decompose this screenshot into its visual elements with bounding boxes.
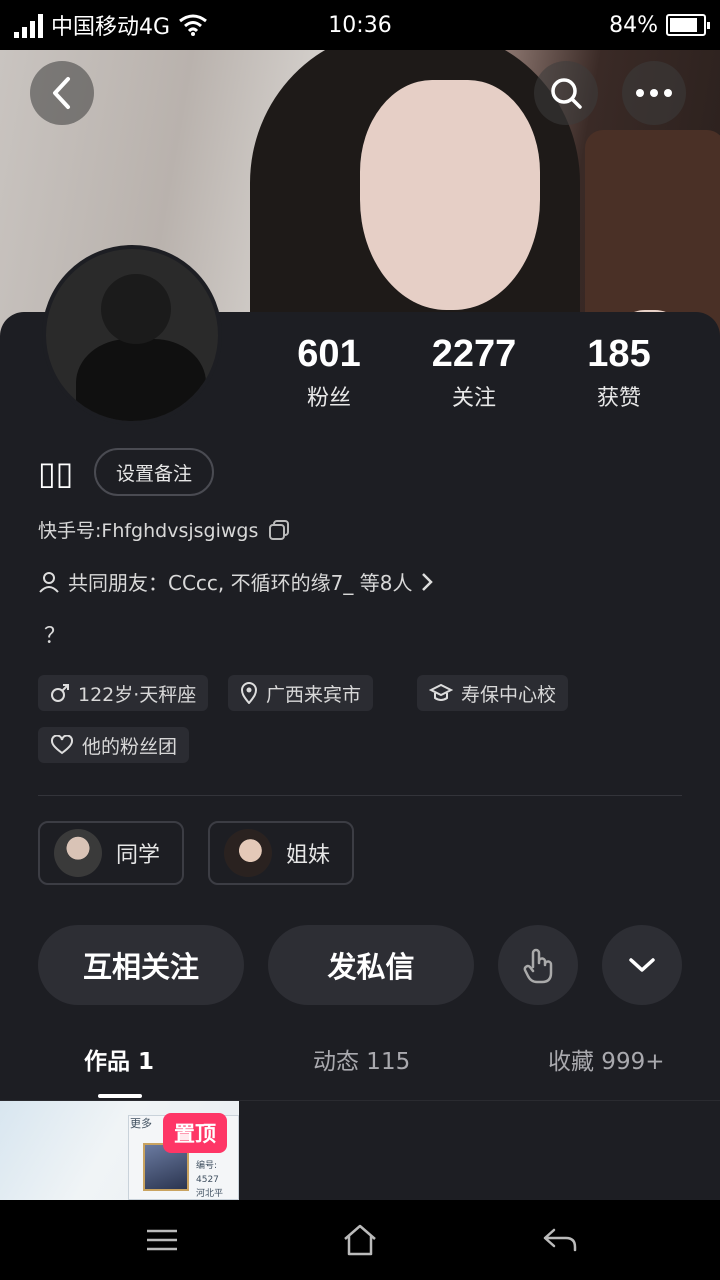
pinned-video-thumbnail[interactable]: 更多 编号: 4527 河北平 置顶	[0, 1101, 239, 1200]
kuaishou-id-row: 快手号:Fhfghdvsjsgiwgs	[38, 516, 290, 543]
chevron-left-icon	[53, 77, 70, 109]
back-arrow-icon	[543, 1228, 577, 1252]
system-nav-bar	[0, 1200, 720, 1280]
tag-location: 广西来宾市	[228, 675, 374, 711]
stat-fans[interactable]: 601 粉丝	[259, 332, 399, 412]
group-avatar	[54, 829, 102, 877]
status-bar: 中国移动4G 10:36 84%	[0, 0, 720, 50]
tab-works[interactable]: 作品 1	[84, 1042, 154, 1076]
mutual-friends-text: 共同朋友：CCcc, 不循环的缘7_ 等8人	[68, 571, 413, 595]
copy-icon[interactable]	[268, 519, 290, 541]
stat-value: 2277	[431, 333, 517, 375]
heart-icon	[51, 735, 73, 755]
battery-icon	[666, 14, 710, 36]
search-button[interactable]	[534, 61, 598, 125]
tab-moments[interactable]: 动态 115	[313, 1042, 410, 1076]
thumbnail-meta-line: 河北平	[196, 1189, 224, 1199]
more-dots-icon	[636, 89, 672, 97]
male-icon	[51, 684, 69, 702]
divider	[38, 795, 682, 796]
profile-name: ▯▯	[38, 454, 74, 492]
tag-text: 122岁·天秤座	[78, 683, 197, 706]
signal-icon	[14, 12, 43, 38]
group-label: 同学	[116, 843, 161, 868]
active-tab-indicator	[98, 1094, 142, 1098]
stat-label: 关注	[451, 386, 496, 411]
home-icon	[344, 1224, 376, 1256]
clock: 10:36	[328, 12, 392, 38]
group-avatar	[224, 829, 272, 877]
send-message-button[interactable]: 发私信	[268, 925, 474, 1005]
wifi-icon	[179, 14, 207, 36]
stat-likes[interactable]: 185 获赞	[549, 332, 689, 412]
menu-icon	[147, 1229, 177, 1251]
thumbnail-meta-line: 编号: 4527	[196, 1161, 219, 1185]
avatar[interactable]	[42, 245, 222, 425]
tag-school: 寿保中心校	[417, 675, 569, 711]
set-remark-button[interactable]: 设置备注	[94, 448, 214, 496]
tag-text: 广西来宾市	[266, 683, 362, 706]
stat-value: 185	[587, 333, 651, 375]
tab-favorites[interactable]: 收藏 999+	[548, 1042, 664, 1076]
back-button[interactable]	[30, 61, 94, 125]
home-nav-button[interactable]	[340, 1220, 380, 1260]
bio-text: ？	[44, 624, 67, 649]
thumbnail-meta: 编号: 4527 河北平	[196, 1159, 239, 1200]
search-icon	[551, 78, 582, 109]
tag-text: 他的粉丝团	[82, 735, 178, 758]
pinned-badge: 置顶	[163, 1113, 227, 1153]
school-icon	[429, 683, 453, 701]
tag-fan-club[interactable]: 他的粉丝团	[38, 727, 190, 763]
stat-following[interactable]: 2277 关注	[404, 332, 544, 412]
location-pin-icon	[240, 682, 258, 704]
expand-button[interactable]	[602, 925, 682, 1005]
chevron-down-icon	[629, 958, 655, 972]
thumbnail-more-text: 更多	[130, 1117, 152, 1130]
tag-text: 寿保中心校	[461, 683, 557, 706]
chevron-right-icon	[422, 572, 434, 591]
follow-each-other-button[interactable]: 互相关注	[38, 925, 244, 1005]
person-icon	[39, 571, 59, 593]
menu-nav-button[interactable]	[142, 1220, 182, 1260]
group-classmates[interactable]: 同学	[38, 821, 184, 885]
mutual-friends-row[interactable]: 共同朋友：CCcc, 不循环的缘7_ 等8人	[38, 567, 434, 596]
stat-value: 601	[297, 333, 361, 375]
carrier-label: 中国移动4G	[51, 15, 171, 40]
group-sisters[interactable]: 姐妹	[208, 821, 354, 885]
hand-tap-icon	[523, 948, 553, 984]
kuaishou-id: 快手号:Fhfghdvsjsgiwgs	[38, 520, 259, 542]
stat-label: 粉丝	[306, 386, 351, 411]
group-label: 姐妹	[286, 843, 331, 868]
poke-button[interactable]	[498, 925, 578, 1005]
more-button[interactable]	[622, 61, 686, 125]
profile-panel: 601 粉丝 2277 关注 185 获赞 ▯▯ 设置备注 快手号:Fhfghd…	[0, 312, 720, 1200]
back-nav-button[interactable]	[540, 1220, 580, 1260]
tag-age-zodiac: 122岁·天秤座	[38, 675, 209, 711]
stat-label: 获赞	[596, 386, 641, 411]
battery-percent: 84%	[609, 12, 658, 38]
